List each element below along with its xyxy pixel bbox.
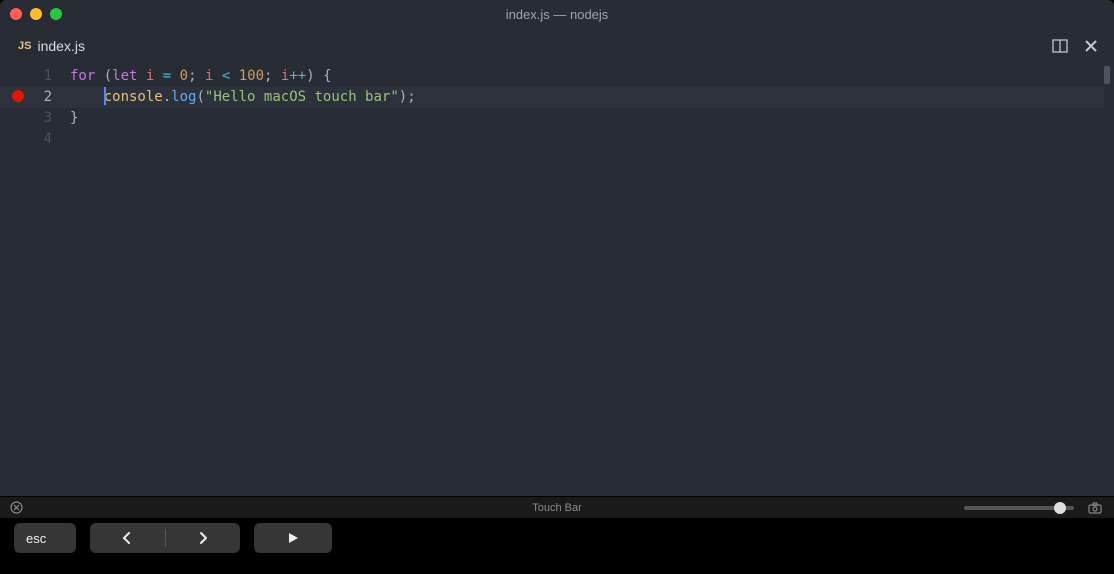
text-cursor (104, 87, 106, 105)
touchbar-back-button[interactable] (90, 531, 165, 545)
code-area[interactable]: for (let i = 0; i < 100; i++) { console.… (70, 64, 1114, 496)
tab-bar: JS index.js (0, 28, 1114, 64)
touchbar-title: Touch Bar (532, 502, 582, 514)
touchbar-zoom-thumb[interactable] (1054, 502, 1066, 514)
line-number-4[interactable]: 4 (0, 129, 70, 150)
traffic-lights (10, 8, 62, 20)
tab-indexjs[interactable]: JS index.js (8, 32, 95, 60)
touch-bar: esc (0, 518, 1114, 558)
window-minimize-button[interactable] (30, 8, 42, 20)
js-file-icon: JS (18, 40, 31, 52)
touchbar-zoom-slider[interactable] (964, 506, 1074, 510)
code-line-3[interactable]: } (70, 108, 1114, 129)
touchbar-play-button[interactable] (254, 523, 332, 553)
titlebar[interactable]: index.js — nodejs (0, 0, 1114, 28)
window-maximize-button[interactable] (50, 8, 62, 20)
window-close-button[interactable] (10, 8, 22, 20)
code-line-4[interactable] (70, 129, 1114, 150)
tab-actions (1052, 38, 1106, 54)
line-number-3[interactable]: 3 (0, 108, 70, 129)
touchbar-screenshot-icon[interactable] (1088, 502, 1102, 514)
touchbar-esc-button[interactable]: esc (14, 523, 76, 553)
scrollbar-thumb[interactable] (1104, 66, 1110, 84)
line-number-1[interactable]: 1 (0, 66, 70, 87)
touchbar-forward-button[interactable] (166, 531, 241, 545)
code-line-1[interactable]: for (let i = 0; i < 100; i++) { (70, 66, 1114, 87)
touchbar-nav-group (90, 523, 240, 553)
touchbar-esc-label: esc (26, 531, 46, 546)
window-title: index.js — nodejs (506, 7, 609, 22)
code-editor[interactable]: 1 2 3 4 for (let i = 0; i < 100; i++) { … (0, 64, 1114, 496)
breakpoint-marker[interactable] (12, 90, 24, 102)
line-number-2[interactable]: 2 (0, 87, 70, 108)
split-editor-icon[interactable] (1052, 38, 1068, 54)
gutter[interactable]: 1 2 3 4 (0, 64, 70, 496)
tab-filename: index.js (37, 38, 84, 54)
code-line-2[interactable]: console.log("Hello macOS touch bar"); (70, 87, 1114, 108)
touchbar-header: Touch Bar (0, 496, 1114, 518)
touchbar-close-icon[interactable] (10, 501, 23, 514)
editor-window: index.js — nodejs JS index.js 1 2 3 4 fo… (0, 0, 1114, 496)
close-tab-icon[interactable] (1084, 39, 1098, 53)
